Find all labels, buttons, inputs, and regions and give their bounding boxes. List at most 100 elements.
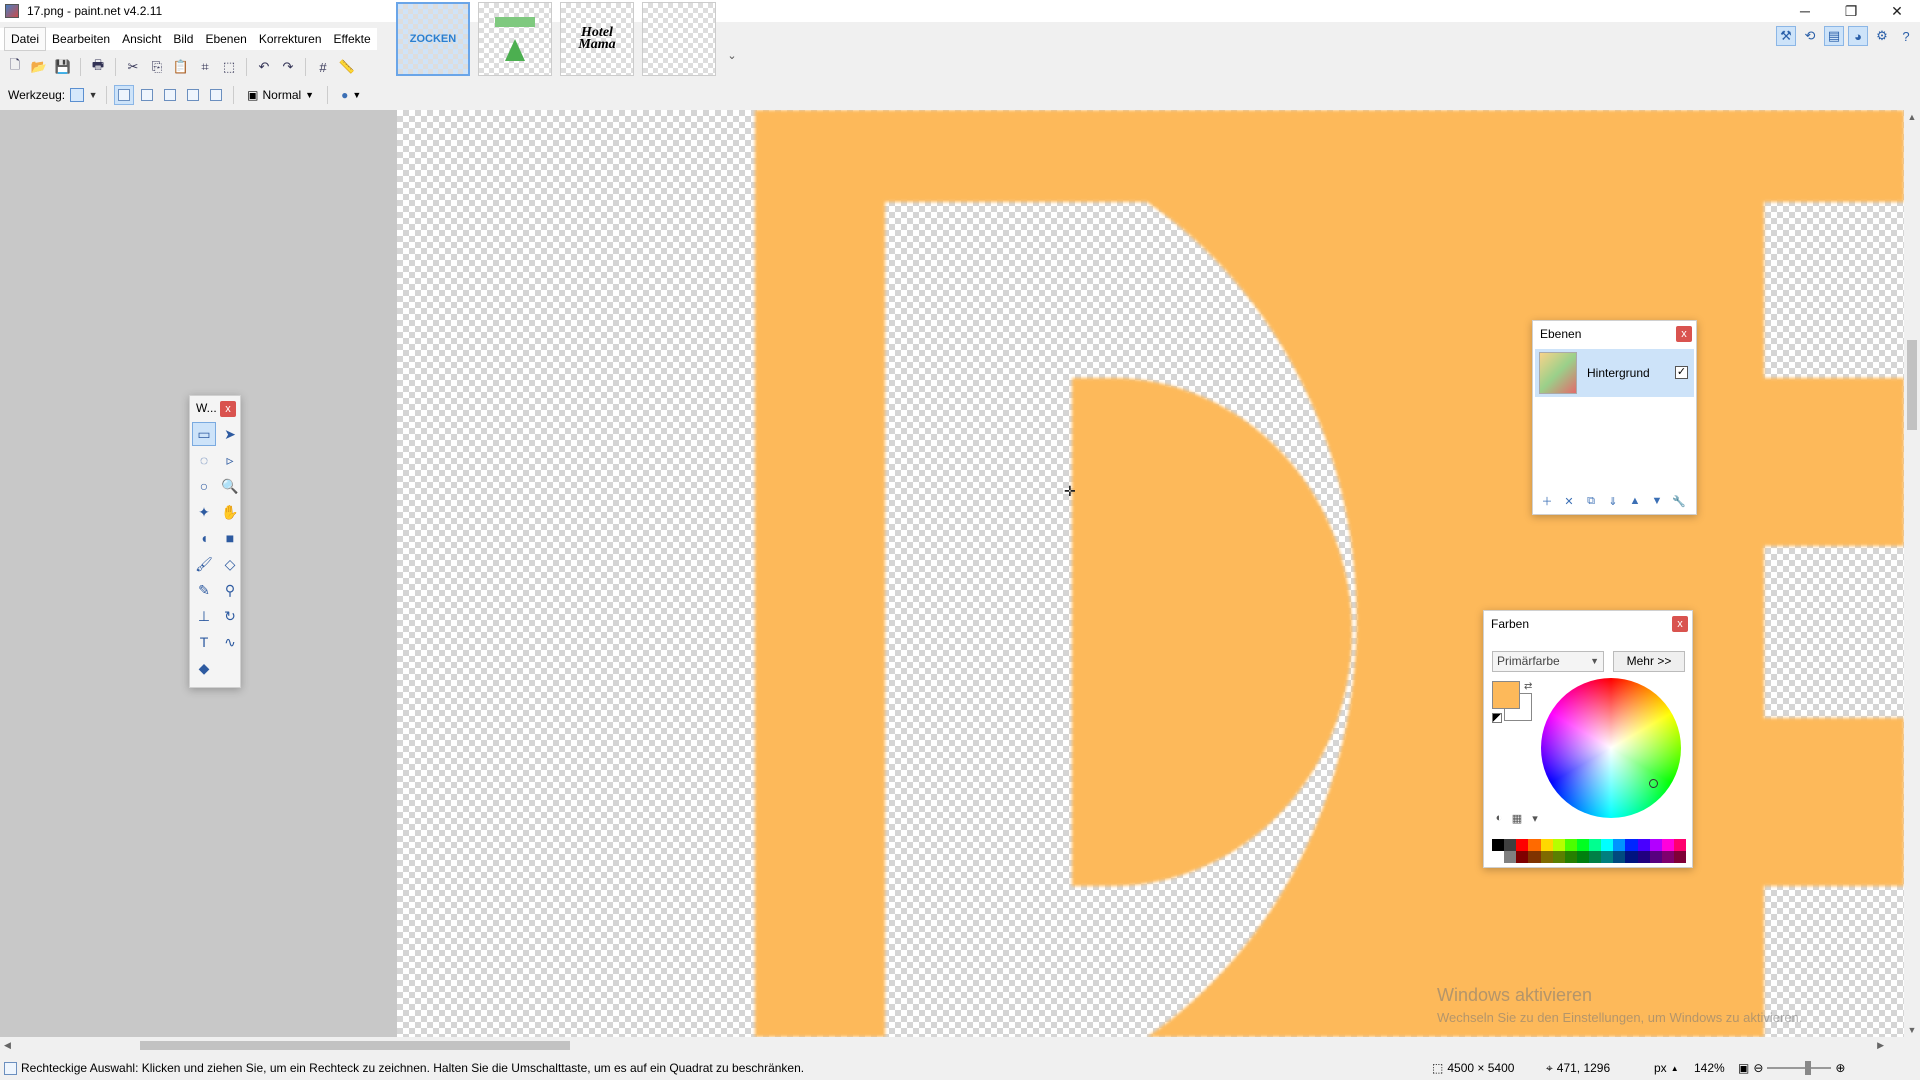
new-file-icon[interactable]: 🗋 bbox=[4, 56, 26, 78]
palette-swatch[interactable] bbox=[1673, 839, 1686, 851]
restore-button[interactable]: ❐ bbox=[1828, 0, 1874, 22]
color-picker-icon[interactable]: ⚲ bbox=[218, 578, 242, 602]
fit-window-icon[interactable]: ▣ bbox=[1738, 1061, 1749, 1075]
save-icon[interactable]: 💾 bbox=[52, 56, 74, 78]
palette-menu-icon[interactable]: ▦ bbox=[1510, 811, 1524, 825]
line-curve-icon[interactable]: ∿ bbox=[218, 630, 242, 654]
history-toggle-icon[interactable]: ⟲ bbox=[1800, 26, 1820, 46]
pencil-icon[interactable]: ✎ bbox=[192, 578, 216, 602]
palette-swatch[interactable] bbox=[1552, 839, 1565, 851]
selection-mode-union[interactable] bbox=[137, 85, 157, 105]
layers-toggle-icon[interactable]: ▤ bbox=[1824, 26, 1844, 46]
palette-swatch[interactable] bbox=[1649, 839, 1662, 851]
color-palette[interactable] bbox=[1492, 839, 1686, 863]
scroll-left-icon[interactable]: ◀ bbox=[4, 1037, 11, 1053]
palette-swatch[interactable] bbox=[1637, 839, 1650, 851]
palette-swatch[interactable] bbox=[1504, 839, 1517, 851]
selection-mode-intersect[interactable] bbox=[183, 85, 203, 105]
undo-icon[interactable]: ↶ bbox=[253, 56, 275, 78]
palette-swatch[interactable] bbox=[1589, 851, 1602, 863]
tool-dropdown-icon[interactable]: ▼ bbox=[87, 90, 99, 100]
selection-mode-exclude[interactable] bbox=[160, 85, 180, 105]
paint-bucket-icon[interactable]: ◖ bbox=[192, 526, 216, 550]
duplicate-layer-icon[interactable]: ⧉ bbox=[1583, 493, 1599, 509]
ruler-icon[interactable]: 📏 bbox=[336, 56, 358, 78]
chevron-down-icon[interactable]: ▾ bbox=[1528, 811, 1542, 825]
swap-colors-icon[interactable]: ⇄ bbox=[1524, 681, 1532, 692]
vertical-scroll-thumb[interactable] bbox=[1907, 340, 1917, 430]
zoom-in-icon[interactable]: ⊕ bbox=[1835, 1061, 1845, 1075]
move-layer-down-icon[interactable]: ▼ bbox=[1649, 493, 1665, 509]
palette-swatch[interactable] bbox=[1540, 839, 1553, 851]
palette-swatch[interactable] bbox=[1564, 851, 1577, 863]
crop-icon[interactable]: ⌗ bbox=[194, 56, 216, 78]
shapes-icon[interactable]: ◆ bbox=[192, 656, 216, 680]
palette-swatch[interactable] bbox=[1589, 839, 1602, 851]
zoom-readout[interactable]: 142% bbox=[1694, 1056, 1725, 1080]
palette-swatch[interactable] bbox=[1540, 851, 1553, 863]
ellipse-select-icon[interactable]: ○ bbox=[192, 474, 216, 498]
palette-swatch[interactable] bbox=[1661, 851, 1674, 863]
scroll-up-icon[interactable]: ▲ bbox=[1904, 112, 1920, 122]
lasso-select-icon[interactable]: ◌ bbox=[192, 448, 216, 472]
palette-swatch[interactable] bbox=[1516, 851, 1529, 863]
palette-swatch[interactable] bbox=[1601, 851, 1614, 863]
palette-swatch[interactable] bbox=[1625, 839, 1638, 851]
horizontal-scroll-thumb[interactable] bbox=[140, 1041, 570, 1050]
grid-icon[interactable]: # bbox=[312, 56, 334, 78]
palette-swatch[interactable] bbox=[1625, 851, 1638, 863]
palette-swatch[interactable] bbox=[1649, 851, 1662, 863]
zoom-slider-thumb[interactable] bbox=[1805, 1061, 1812, 1075]
clone-stamp-icon[interactable]: ⊥ bbox=[192, 604, 216, 628]
image-thumbnail-1[interactable]: ZOCKEN bbox=[396, 2, 470, 76]
vertical-scrollbar[interactable]: ▲ ▼ bbox=[1904, 110, 1920, 1037]
zoom-out-icon[interactable]: ⊖ bbox=[1753, 1061, 1763, 1075]
close-layers-panel-button[interactable]: x bbox=[1676, 326, 1692, 342]
unit-select[interactable]: px ▲ bbox=[1654, 1056, 1679, 1080]
menu-korrekturen[interactable]: Korrekturen bbox=[253, 28, 328, 50]
paintbrush-icon[interactable]: 🖌 bbox=[192, 552, 216, 576]
palette-swatch[interactable] bbox=[1601, 839, 1614, 851]
eraser-icon[interactable]: ◇ bbox=[218, 552, 242, 576]
paste-icon[interactable]: 📋 bbox=[170, 56, 192, 78]
scroll-down-icon[interactable]: ▼ bbox=[1904, 1025, 1920, 1035]
menu-ebenen[interactable]: Ebenen bbox=[199, 28, 252, 50]
redo-icon[interactable]: ↷ bbox=[277, 56, 299, 78]
color-wheel-marker[interactable] bbox=[1649, 779, 1658, 788]
settings-icon[interactable]: ⚙ bbox=[1872, 26, 1892, 46]
menu-bearbeiten[interactable]: Bearbeiten bbox=[46, 28, 116, 50]
zoom-icon[interactable]: 🔍 bbox=[218, 474, 242, 498]
close-window-button[interactable]: ✕ bbox=[1874, 0, 1920, 22]
image-thumbnail-3[interactable]: Hotel Mama bbox=[560, 2, 634, 76]
recolor-icon[interactable]: ↻ bbox=[218, 604, 242, 628]
close-tools-panel-button[interactable]: x bbox=[220, 401, 236, 417]
move-layer-up-icon[interactable]: ▲ bbox=[1627, 493, 1643, 509]
open-file-icon[interactable]: 📂 bbox=[28, 56, 50, 78]
move-selected-icon[interactable]: ➤ bbox=[218, 422, 242, 446]
palette-swatch[interactable] bbox=[1492, 839, 1505, 851]
image-thumbnail-2[interactable] bbox=[478, 2, 552, 76]
help-icon[interactable]: ? bbox=[1896, 26, 1916, 46]
pan-icon[interactable]: ✋ bbox=[218, 500, 242, 524]
palette-swatch[interactable] bbox=[1576, 851, 1589, 863]
palette-swatch[interactable] bbox=[1528, 839, 1541, 851]
magic-wand-icon[interactable]: ✦ bbox=[192, 500, 216, 524]
palette-swatch[interactable] bbox=[1576, 839, 1589, 851]
palette-swatch[interactable] bbox=[1492, 851, 1505, 863]
palette-swatch[interactable] bbox=[1552, 851, 1565, 863]
menu-ansicht[interactable]: Ansicht bbox=[116, 28, 167, 50]
colors-toggle-icon[interactable]: ◕ bbox=[1848, 26, 1868, 46]
image-canvas[interactable] bbox=[397, 110, 1904, 1037]
gradient-icon[interactable]: ■ bbox=[218, 526, 242, 550]
print-icon[interactable]: 🖶 bbox=[87, 56, 109, 78]
add-to-palette-icon[interactable]: ◐ bbox=[1492, 811, 1506, 825]
layer-row[interactable]: Hintergrund ✓ bbox=[1535, 349, 1694, 397]
color-target-select[interactable]: Primärfarbe ▼ bbox=[1492, 651, 1604, 672]
palette-swatch[interactable] bbox=[1613, 839, 1626, 851]
add-layer-icon[interactable]: ＋ bbox=[1539, 493, 1555, 509]
palette-swatch[interactable] bbox=[1504, 851, 1517, 863]
minimize-button[interactable]: ─ bbox=[1782, 0, 1828, 22]
rectangle-select-icon[interactable]: ▭ bbox=[192, 422, 216, 446]
palette-swatch[interactable] bbox=[1564, 839, 1577, 851]
palette-swatch[interactable] bbox=[1516, 839, 1529, 851]
